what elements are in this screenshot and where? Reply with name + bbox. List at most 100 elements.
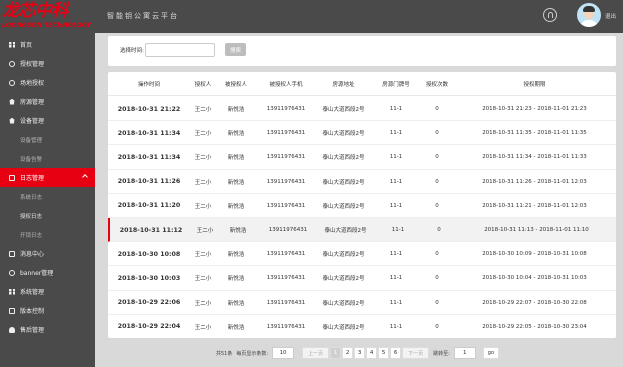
cell-property-address: 泰山大道西段2号 (322, 131, 365, 138)
cell-auth-count: 0 (435, 299, 439, 306)
page-button-3[interactable]: 3 (354, 347, 366, 359)
table-row[interactable]: 2018-10-29 22:04 王二小 新悦浩 13911976431 泰山大道西段2… (108, 315, 616, 338)
notification-bell-icon[interactable] (543, 8, 557, 22)
cell-auth-period: 2018-10-29 22:05 - 2018-10-30 23:04 (482, 323, 587, 330)
cell-authorizer: 王二小 (196, 228, 214, 234)
sidebar-subitem[interactable]: 开锁日志 (0, 225, 95, 244)
cell-operation-time: 2018-10-31 11:34 (117, 153, 181, 161)
circle-icon (9, 79, 15, 86)
table-row[interactable]: 2018-10-30 10:03 王二小 新悦浩 13911976431 泰山大道西段2… (108, 266, 616, 291)
table-row[interactable]: 2018-10-30 10:08 王二小 新悦浩 13911976431 泰山大道西段2… (108, 242, 616, 267)
cell-property-address: 泰山大道西段2号 (322, 300, 365, 307)
cell-property-address: 泰山大道西段2号 (322, 324, 365, 331)
table-row[interactable]: 2018-10-29 22:06 王二小 新悦浩 13911976431 泰山大道西段2… (108, 291, 616, 315)
cell-authorized-person: 新悦浩 (229, 228, 247, 234)
cell-authorizer: 王二小 (194, 203, 212, 210)
table-row[interactable]: 2018-10-31 11:34 王二小 新悦浩 13911976431 泰山大道西段2… (108, 121, 616, 146)
page-button-4[interactable]: 4 (366, 347, 378, 359)
jump-page-input[interactable]: 1 (453, 347, 476, 359)
cell-operation-time: 2018-10-31 11:20 (117, 202, 181, 210)
column-header-authorized-phone: 被授权人手机 (269, 82, 303, 88)
logo-subtext: LOONGSON TECHNOLOGY (2, 21, 92, 29)
time-filter-input[interactable] (145, 43, 215, 57)
sidebar-item[interactable]: 版本控制 (0, 301, 95, 320)
cell-authorized-person: 新悦浩 (227, 107, 245, 113)
sidebar-subitem[interactable]: 设备告警 (0, 149, 95, 168)
cell-authorized-person: 新悦浩 (227, 276, 245, 283)
column-header-door-number: 房源门牌号 (382, 82, 410, 88)
cell-auth-period: 2018-10-31 21:23 - 2018-11-01 21:23 (482, 106, 587, 112)
sidebar: 龙芯中科 LOONGSON TECHNOLOGY 首页 授权管理 场地授权 房源管理设… (0, 0, 95, 367)
cell-authorized-phone: 13911976431 (266, 130, 306, 137)
table-row[interactable]: 2018-10-31 11:12 王二小 新悦浩 13911976431 泰山大道西段2… (108, 218, 616, 243)
cell-authorizer: 王二小 (194, 252, 212, 259)
cell-auth-count: 0 (435, 323, 439, 330)
grid-icon (9, 41, 15, 48)
sidebar-item-label: 授权管理 (20, 61, 45, 68)
sidebar-item[interactable]: 授权管理 (0, 54, 95, 73)
sidebar-item[interactable]: 场地授权 (0, 73, 95, 92)
sidebar-subitem[interactable]: 设备管理 (0, 130, 95, 149)
sidebar-item-label: banner管理 (20, 270, 54, 277)
cell-auth-period: 2018-10-30 10:09 - 2018-10-31 10:08 (482, 251, 587, 258)
cell-operation-time: 2018-10-29 22:04 (117, 323, 181, 331)
per-page-select[interactable]: 10 (272, 347, 295, 359)
cell-authorizer: 王二小 (194, 179, 212, 186)
column-header-authorized-person: 被授权人 (224, 82, 247, 88)
cell-authorizer: 王二小 (194, 276, 212, 283)
cell-authorized-phone: 13911976431 (266, 275, 306, 282)
sidebar-item-label: 系统管理 (20, 289, 45, 296)
sidebar-item[interactable]: 首页 (0, 35, 95, 54)
cell-authorized-person: 新悦浩 (227, 155, 245, 162)
page-button-2[interactable]: 2 (342, 347, 354, 359)
sidebar-item[interactable]: 消息中心 (0, 244, 95, 263)
cell-auth-period: 2018-10-31 11:35 - 2018-11-01 11:35 (482, 130, 587, 137)
sidebar-item-label: 版本控制 (20, 308, 45, 315)
cell-auth-count: 0 (435, 275, 439, 282)
sidebar-item[interactable]: banner管理 (0, 263, 95, 282)
cell-authorized-person: 新悦浩 (227, 300, 245, 307)
cell-operation-time: 2018-10-29 22:06 (117, 299, 181, 307)
page-button-1[interactable]: 1 (330, 347, 342, 359)
page-numbers: 123456 (330, 347, 402, 359)
table-row[interactable]: 2018-10-31 11:26 王二小 新悦浩 13911976431 泰山大道西段2… (108, 170, 616, 194)
sidebar-subitem[interactable]: 系统日志 (0, 187, 95, 206)
go-button[interactable]: go (482, 347, 500, 359)
header: 智能钥公寓云平台 退出 (95, 0, 623, 33)
column-header-authorizer: 授权人 (194, 82, 212, 88)
search-button[interactable]: 搜索 (225, 43, 246, 56)
cell-operation-time: 2018-10-31 11:12 (119, 226, 183, 234)
cell-door-number: 11-1 (389, 251, 403, 258)
cell-authorizer: 王二小 (194, 324, 212, 331)
cell-auth-count: 0 (435, 251, 439, 258)
avatar[interactable] (577, 3, 601, 27)
sidebar-item[interactable]: 系统管理 (0, 282, 95, 301)
sidebar-item-label: 场地授权 (20, 80, 45, 87)
box-icon (9, 174, 15, 181)
logout-link[interactable]: 退出 (605, 12, 616, 20)
table-row[interactable]: 2018-10-31 11:20 王二小 新悦浩 13911976431 泰山大道西段2… (108, 194, 616, 218)
page-button-5[interactable]: 5 (378, 347, 390, 359)
pagination: 共51条 每页显示条数: 10 上一页 123456 下一页 跳转至: 1 go (216, 346, 500, 360)
sidebar-subitem[interactable]: 授权日志 (0, 206, 95, 225)
jump-label: 跳转至: (433, 350, 450, 357)
cell-authorizer: 王二小 (194, 107, 212, 113)
page-button-6[interactable]: 6 (390, 347, 402, 359)
cell-operation-time: 2018-10-30 10:08 (117, 250, 181, 258)
grid-icon (9, 288, 15, 295)
cell-auth-period: 2018-10-31 11:34 - 2018-11-01 11:33 (482, 154, 587, 161)
table-row[interactable]: 2018-10-31 21:22 王二小 新悦浩 13911976431 泰山大道西段2… (108, 97, 616, 122)
circle-icon (9, 269, 15, 276)
sidebar-item[interactable]: 售后管理 (0, 320, 95, 339)
sidebar-item[interactable]: 房源管理 (0, 92, 95, 111)
sidebar-subitem-label: 设备告警 (20, 156, 43, 163)
sidebar-item[interactable]: 日志管理 (0, 168, 95, 187)
cell-door-number: 11-1 (389, 106, 403, 112)
sidebar-item[interactable]: 设备管理 (0, 111, 95, 130)
column-header-property-address: 房源地址 (332, 82, 355, 88)
prev-page-button[interactable]: 上一页 (302, 347, 330, 359)
table-row[interactable]: 2018-10-31 11:34 王二小 新悦浩 13911976431 泰山大道西段2… (108, 145, 616, 170)
sidebar-item-label: 房源管理 (20, 99, 45, 106)
sidebar-subitem-label: 系统日志 (20, 194, 43, 201)
next-page-button[interactable]: 下一页 (402, 347, 430, 359)
